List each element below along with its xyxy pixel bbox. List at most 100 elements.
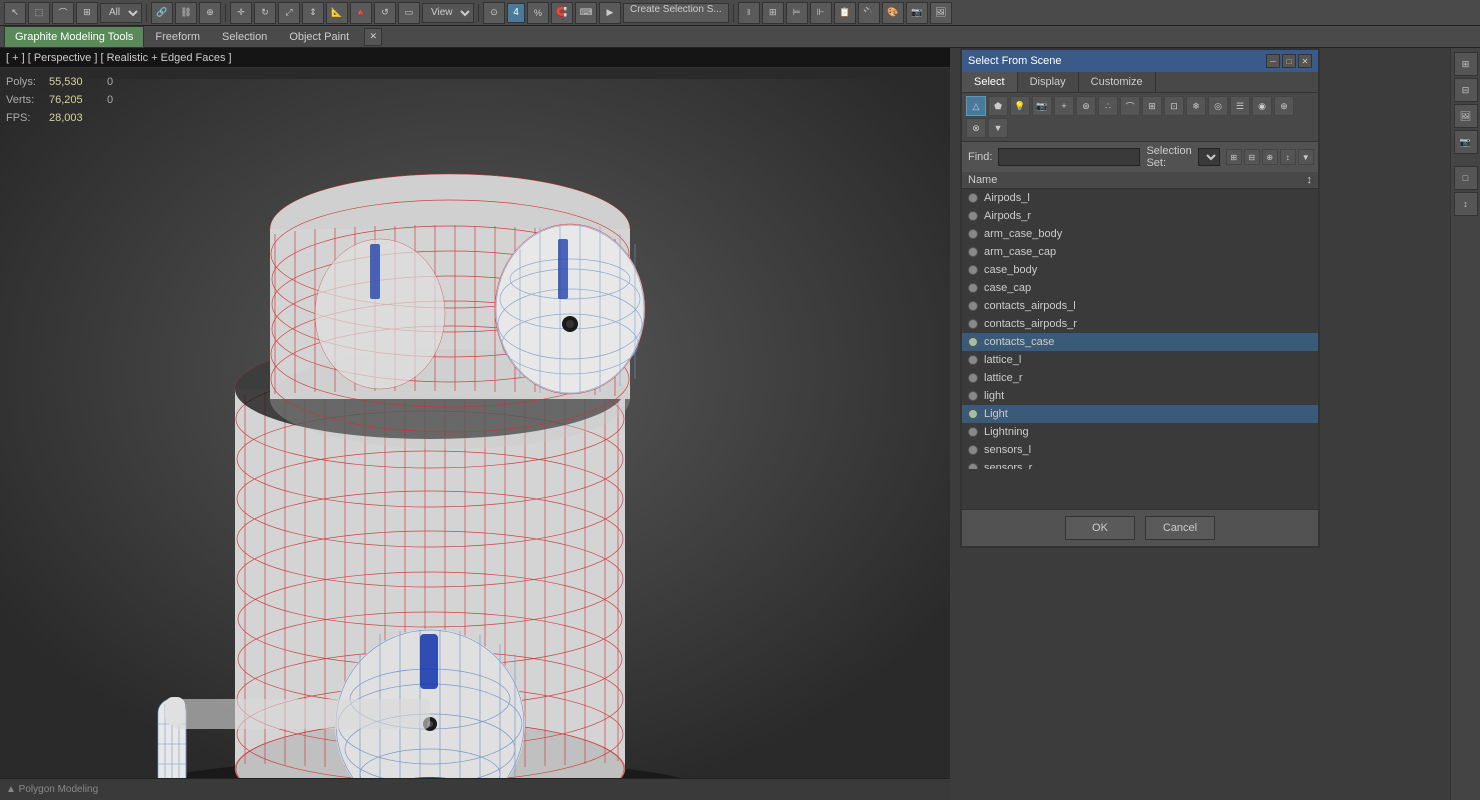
menu-tab-freeform[interactable]: Freeform xyxy=(144,26,211,48)
menu-tab-selection[interactable]: Selection xyxy=(211,26,278,48)
array-btn[interactable]: ⊞ xyxy=(762,2,784,24)
align2-btn[interactable]: ⊩ xyxy=(810,2,832,24)
sfs-extra2-btn[interactable]: ⊗ xyxy=(966,118,986,138)
pivot-btn[interactable]: ⊙ xyxy=(483,2,505,24)
sfs-list-item[interactable]: sensors_l xyxy=(962,441,1318,459)
sfs-col-icon-2[interactable]: ⊟ xyxy=(1244,149,1260,165)
sfs-title: Select From Scene xyxy=(968,55,1062,67)
sfs-tab-select[interactable]: Select xyxy=(962,72,1018,92)
sfs-light-btn[interactable]: 💡 xyxy=(1010,96,1030,116)
sfs-list-item[interactable]: case_cap xyxy=(962,279,1318,297)
percent-btn[interactable]: % xyxy=(527,2,549,24)
sfs-list-item[interactable]: Airpods_l xyxy=(962,189,1318,207)
select-region-btn[interactable]: ▭ xyxy=(398,2,420,24)
sfs-list-item[interactable]: arm_case_body xyxy=(962,225,1318,243)
menu-tab-object-paint[interactable]: Object Paint xyxy=(278,26,360,48)
rt-btn-move[interactable]: ↕ xyxy=(1454,192,1478,216)
sfs-list-item[interactable]: Airpods_r xyxy=(962,207,1318,225)
sfs-object-list[interactable]: Airpods_lAirpods_rarm_case_bodyarm_case_… xyxy=(962,189,1318,469)
sfs-col-icon-5[interactable]: ▼ xyxy=(1298,149,1314,165)
sfs-list-item[interactable]: contacts_case xyxy=(962,333,1318,351)
select-object-btn[interactable]: ⬚ xyxy=(28,2,50,24)
sfs-minimize-btn[interactable]: ─ xyxy=(1266,54,1280,68)
rt-btn-view[interactable]: □ xyxy=(1454,166,1478,190)
polys-value: 55,530 xyxy=(49,73,99,91)
align-btn[interactable]: ⊨ xyxy=(786,2,808,24)
rt-btn-2[interactable]: ⊟ xyxy=(1454,78,1478,102)
sfs-tab-customize[interactable]: Customize xyxy=(1079,72,1156,92)
snap3-btn[interactable]: 🧲 xyxy=(551,2,573,24)
snap2-btn[interactable]: 🔺 xyxy=(350,2,372,24)
selection-pointer-btn[interactable]: ↖ xyxy=(4,2,26,24)
lasso-btn[interactable]: ⌒ xyxy=(52,2,74,24)
link-btn[interactable]: 🔗 xyxy=(151,2,173,24)
sfs-find-input[interactable] xyxy=(998,148,1140,166)
material-btn[interactable]: 🎨 xyxy=(882,2,904,24)
sfs-sort-icon[interactable]: ↕ xyxy=(1307,174,1313,186)
sfs-item-indicator xyxy=(968,319,978,329)
sfs-maximize-btn[interactable]: □ xyxy=(1282,54,1296,68)
sfs-close-btn[interactable]: ✕ xyxy=(1298,54,1312,68)
wire-btn[interactable]: 🔌 xyxy=(858,2,880,24)
sfs-extra1-btn[interactable]: ⊕ xyxy=(1274,96,1294,116)
sfs-list-item[interactable]: Lightning xyxy=(962,423,1318,441)
sfs-warp-btn[interactable]: ⊛ xyxy=(1076,96,1096,116)
sfs-color-filter-btn[interactable]: ◉ xyxy=(1252,96,1272,116)
sfs-ok-btn[interactable]: OK xyxy=(1065,516,1135,540)
sfs-xref-btn[interactable]: ⊡ xyxy=(1164,96,1184,116)
sfs-list-item[interactable]: lattice_l xyxy=(962,351,1318,369)
sfs-hidden-btn[interactable]: ◎ xyxy=(1208,96,1228,116)
unlink-btn[interactable]: ⛓ xyxy=(175,2,197,24)
viewport[interactable]: [ + ] [ Perspective ] [ Realistic + Edge… xyxy=(0,48,950,800)
sfs-shape-btn[interactable]: ⬟ xyxy=(988,96,1008,116)
sfs-list-item[interactable]: contacts_airpods_r xyxy=(962,315,1318,333)
view-dropdown[interactable]: View xyxy=(422,3,474,23)
sfs-list-item[interactable]: light xyxy=(962,387,1318,405)
sfs-cancel-btn[interactable]: Cancel xyxy=(1145,516,1215,540)
layer-btn[interactable]: 📋 xyxy=(834,2,856,24)
sfs-col-icon-3[interactable]: ⊕ xyxy=(1262,149,1278,165)
play-btn[interactable]: ▶ xyxy=(599,2,621,24)
mirror-btn[interactable]: ⧛ xyxy=(738,2,760,24)
menu-tab-graphite[interactable]: Graphite Modeling Tools xyxy=(4,26,144,48)
filter-btn[interactable]: ⊞ xyxy=(76,2,98,24)
sfs-frozen-btn[interactable]: ❄ xyxy=(1186,96,1206,116)
sfs-list-item[interactable]: arm_case_cap xyxy=(962,243,1318,261)
sfs-helper-btn[interactable]: + xyxy=(1054,96,1074,116)
rt-btn-render[interactable]: 🖼 xyxy=(1454,104,1478,128)
sfs-selection-dropdown[interactable] xyxy=(1198,148,1220,166)
sfs-particle-btn[interactable]: ∴ xyxy=(1098,96,1118,116)
sfs-geo-btn[interactable]: △ xyxy=(966,96,986,116)
sfs-list-item[interactable]: Light xyxy=(962,405,1318,423)
sfs-list-item[interactable]: sensors_r xyxy=(962,459,1318,469)
snap-btn[interactable]: 📐 xyxy=(326,2,348,24)
bind-btn[interactable]: ⊕ xyxy=(199,2,221,24)
rt-btn-render2[interactable]: 📷 xyxy=(1454,130,1478,154)
rotate-btn[interactable]: ↻ xyxy=(254,2,276,24)
sfs-tab-display[interactable]: Display xyxy=(1018,72,1079,92)
sfs-item-name: case_body xyxy=(984,264,1037,276)
sfs-list-item[interactable]: lattice_r xyxy=(962,369,1318,387)
sfs-bone-btn[interactable]: ⌒ xyxy=(1120,96,1140,116)
render-btn[interactable]: 📷 xyxy=(906,2,928,24)
sfs-list-item[interactable]: case_body xyxy=(962,261,1318,279)
sfs-layer-filter-btn[interactable]: ☰ xyxy=(1230,96,1250,116)
filter-dropdown[interactable]: All xyxy=(100,3,142,23)
sfs-list-item[interactable]: contacts_airpods_l xyxy=(962,297,1318,315)
scale-btn[interactable]: ⤢ xyxy=(278,2,300,24)
render2-btn[interactable]: 🖼 xyxy=(930,2,952,24)
transform-btn[interactable]: ✛ xyxy=(230,2,252,24)
sfs-col-icon-1[interactable]: ⊞ xyxy=(1226,149,1242,165)
fps-label: FPS: xyxy=(6,109,41,127)
menu-close-btn[interactable]: ✕ xyxy=(364,28,382,46)
keyboard-btn[interactable]: ⌨ xyxy=(575,2,597,24)
rt-btn-1[interactable]: ⊞ xyxy=(1454,52,1478,76)
sfs-extra3-btn[interactable]: ▼ xyxy=(988,118,1008,138)
create-selection-btn[interactable]: Create Selection S... xyxy=(623,3,729,23)
sfs-camera-btn[interactable]: 📷 xyxy=(1032,96,1052,116)
squash-btn[interactable]: ⇕ xyxy=(302,2,324,24)
reset-btn[interactable]: ↺ xyxy=(374,2,396,24)
sfs-col-icon-4[interactable]: ↕ xyxy=(1280,149,1296,165)
sfs-group-btn[interactable]: ⊞ xyxy=(1142,96,1162,116)
verts-label: Verts: xyxy=(6,91,41,109)
